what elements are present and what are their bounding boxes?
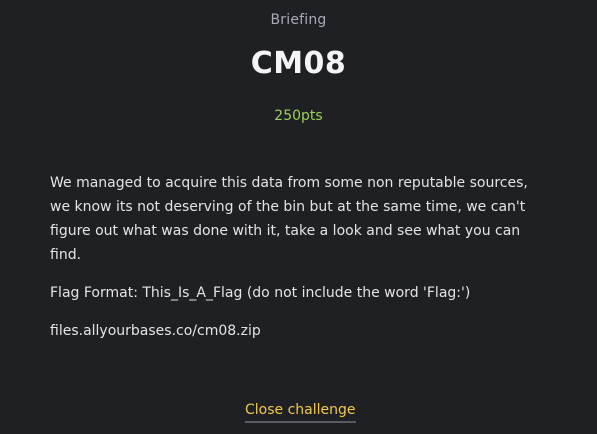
challenge-file-link[interactable]: files.allyourbases.co/cm08.zip <box>50 320 261 342</box>
challenge-description: We managed to acquire this data from som… <box>50 171 550 267</box>
challenge-title: CM08 <box>250 46 347 81</box>
close-challenge-button[interactable]: Close challenge <box>245 400 356 423</box>
challenge-category: Briefing <box>270 12 327 28</box>
challenge-points: 250pts <box>274 108 323 124</box>
flag-format-text: Flag Format: This_Is_A_Flag (do not incl… <box>50 285 471 301</box>
description-text: We managed to acquire this data from som… <box>50 175 528 263</box>
challenge-modal: Briefing CM08 250pts We managed to acqui… <box>0 0 597 434</box>
